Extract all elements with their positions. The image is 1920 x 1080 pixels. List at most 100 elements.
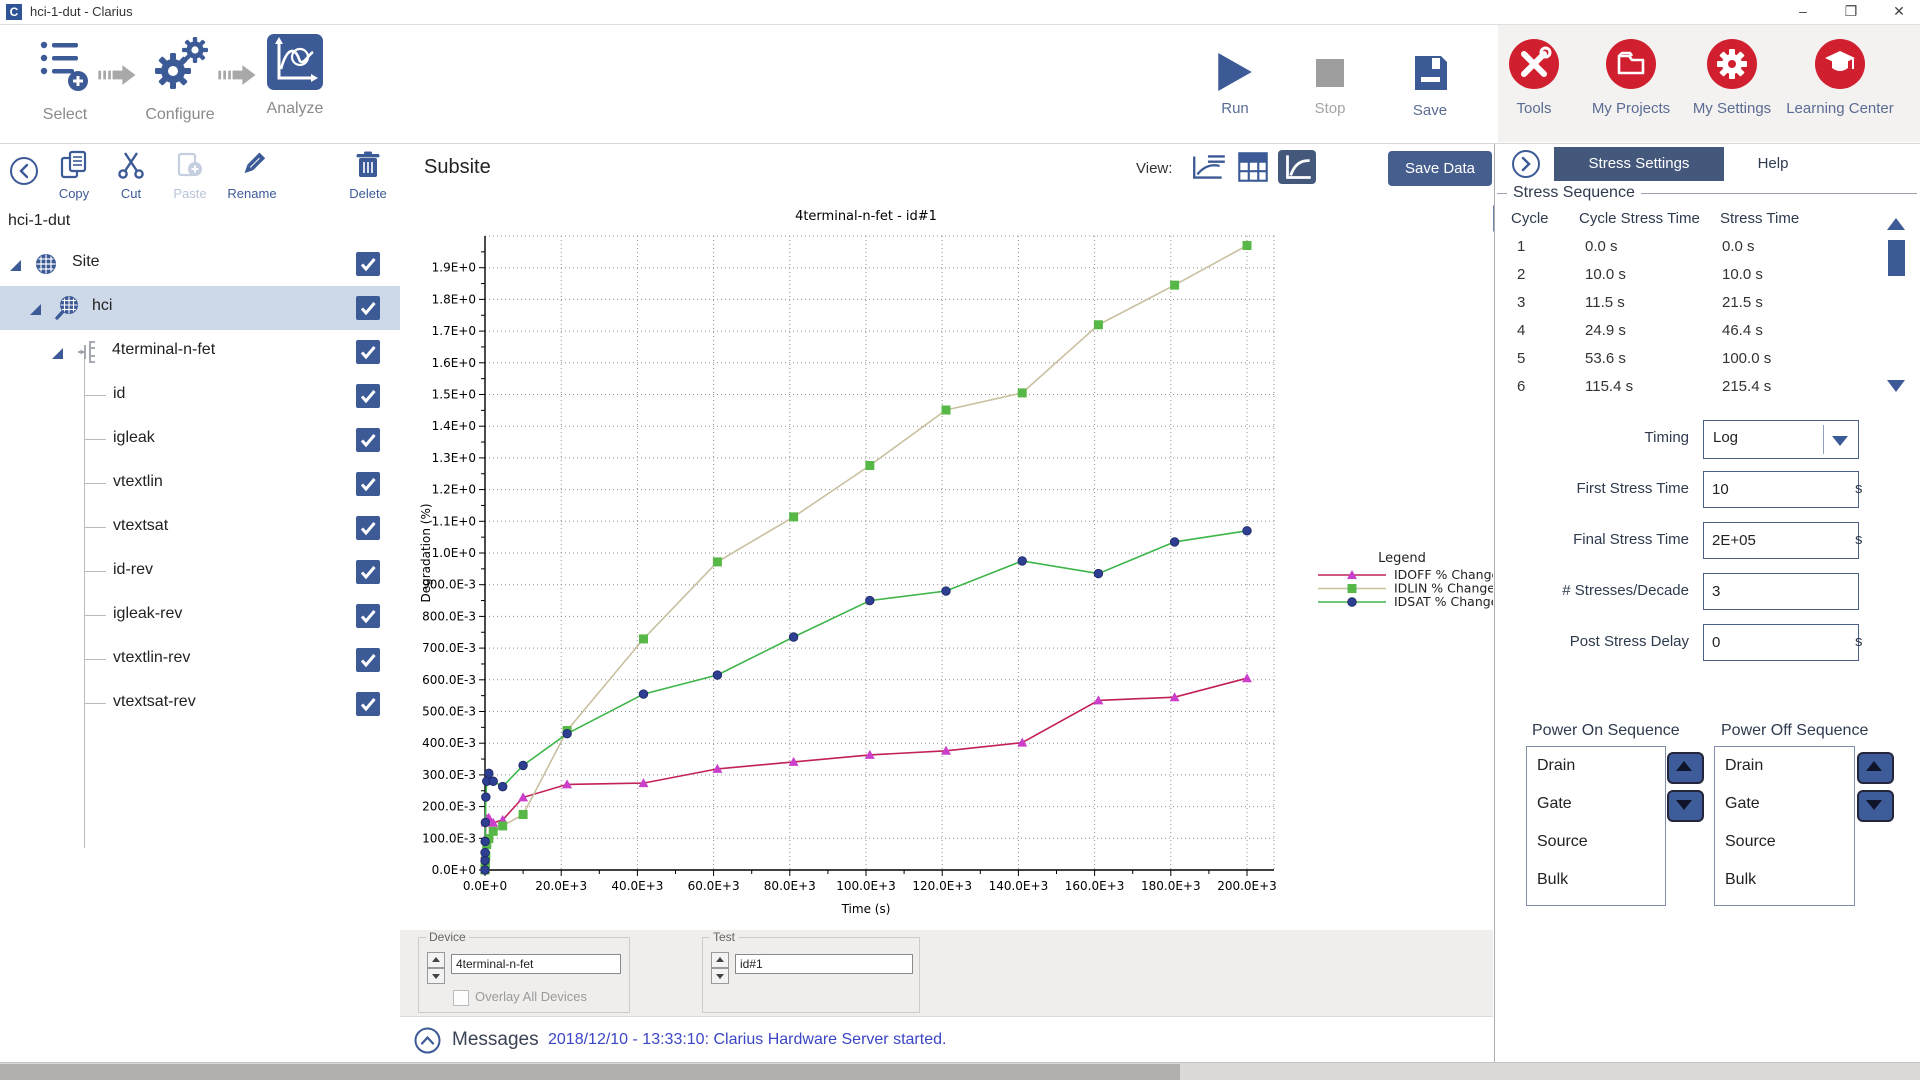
delete-button[interactable]: Delete <box>342 150 394 201</box>
list-item[interactable]: Gate <box>1725 795 1760 813</box>
collapse-panel-icon[interactable] <box>9 156 39 186</box>
scroll-down-icon[interactable] <box>1887 380 1905 392</box>
seq-cell[interactable]: 5 <box>1517 350 1525 367</box>
power-on-move-down-button[interactable] <box>1667 790 1704 822</box>
tree-item-vtextsat[interactable]: vtextsat <box>0 506 400 550</box>
minimize-button[interactable]: – <box>1786 0 1820 23</box>
scroll-up-icon[interactable] <box>1887 218 1905 230</box>
tree-checkbox[interactable] <box>356 648 380 672</box>
seq-cell[interactable]: 4 <box>1517 322 1525 339</box>
device-input[interactable] <box>451 954 621 974</box>
tree-item-vtextlin[interactable]: vtextlin <box>0 462 400 506</box>
tab-stress-settings[interactable]: Stress Settings <box>1554 147 1724 181</box>
power-off-list[interactable]: Drain Gate Source Bulk <box>1714 746 1855 906</box>
list-item[interactable]: Source <box>1537 833 1588 851</box>
my-projects-button[interactable]: My Projects <box>1588 37 1674 117</box>
stresses-per-decade-input[interactable] <box>1703 573 1859 610</box>
rename-button[interactable]: Rename <box>222 150 282 201</box>
tree-item-id[interactable]: id <box>0 374 400 418</box>
seq-cell[interactable]: 53.6 s <box>1585 350 1626 367</box>
seq-cell[interactable]: 6 <box>1517 378 1525 395</box>
seq-cell[interactable]: 0.0 s <box>1722 238 1755 255</box>
device-next-button[interactable] <box>427 968 445 984</box>
list-item[interactable]: Drain <box>1537 757 1575 775</box>
collapse-messages-icon[interactable] <box>414 1027 441 1054</box>
tree-checkbox[interactable] <box>356 428 380 452</box>
tree-item-hci[interactable]: hci <box>0 286 400 330</box>
device-prev-button[interactable] <box>427 952 445 968</box>
cut-button[interactable]: Cut <box>108 150 154 201</box>
power-off-move-up-button[interactable] <box>1857 752 1894 784</box>
tree-item-vtextlin-rev[interactable]: vtextlin-rev <box>0 638 400 682</box>
seq-cell[interactable]: 100.0 s <box>1722 350 1771 367</box>
scrollbar-thumb[interactable] <box>1888 240 1905 276</box>
list-item[interactable]: Bulk <box>1537 871 1568 889</box>
final-stress-time-input[interactable] <box>1703 522 1859 559</box>
seq-cell[interactable]: 10.0 s <box>1722 266 1763 283</box>
run-button[interactable]: Run <box>1210 53 1260 117</box>
tree-checkbox[interactable] <box>356 252 380 276</box>
tree-item-id-rev[interactable]: id-rev <box>0 550 400 594</box>
tree-checkbox[interactable] <box>356 472 380 496</box>
expander-icon[interactable] <box>8 258 22 272</box>
tree-item-vtextsat-rev[interactable]: vtextsat-rev <box>0 682 400 726</box>
seq-cell[interactable]: 2 <box>1517 266 1525 283</box>
maximize-button[interactable]: ❐ <box>1834 0 1868 23</box>
list-item[interactable]: Gate <box>1537 795 1572 813</box>
tree-checkbox[interactable] <box>356 516 380 540</box>
seq-cell[interactable]: 11.5 s <box>1585 294 1625 311</box>
power-on-move-up-button[interactable] <box>1667 752 1704 784</box>
expander-icon[interactable] <box>50 346 64 360</box>
test-prev-button[interactable] <box>711 952 729 968</box>
list-item[interactable]: Drain <box>1725 757 1763 775</box>
view-split-button[interactable] <box>1190 150 1228 184</box>
select-button[interactable]: Select <box>30 35 100 124</box>
tree-checkbox[interactable] <box>356 384 380 408</box>
seq-cell[interactable]: 46.4 s <box>1722 322 1763 339</box>
analyze-button[interactable]: Analyze <box>260 33 330 118</box>
learning-center-button[interactable]: Learning Center <box>1782 37 1898 117</box>
test-input[interactable] <box>735 954 913 974</box>
seq-cell[interactable]: 21.5 s <box>1722 294 1763 311</box>
close-button[interactable]: ✕ <box>1882 0 1916 23</box>
configure-button[interactable]: Configure <box>140 35 220 124</box>
copy-button[interactable]: Copy <box>48 150 100 201</box>
seq-cell[interactable]: 115.4 s <box>1585 378 1633 395</box>
tab-help[interactable]: Help <box>1743 147 1803 181</box>
paste-button[interactable]: Paste <box>166 150 214 201</box>
list-item[interactable]: Source <box>1725 833 1776 851</box>
tree-item-4terminal-n-fet[interactable]: 4terminal-n-fet <box>0 330 400 374</box>
seq-cell[interactable]: 10.0 s <box>1585 266 1626 283</box>
stop-button[interactable]: Stop <box>1305 57 1355 117</box>
seq-cell[interactable]: 1 <box>1517 238 1525 255</box>
expander-icon[interactable] <box>28 302 42 316</box>
my-settings-button[interactable]: My Settings <box>1690 37 1774 117</box>
save-data-button[interactable]: Save Data <box>1388 151 1492 186</box>
seq-cell[interactable]: 24.9 s <box>1585 322 1626 339</box>
tree-checkbox[interactable] <box>356 604 380 628</box>
tools-button[interactable]: Tools <box>1503 37 1565 117</box>
tree-checkbox[interactable] <box>356 340 380 364</box>
horizontal-scrollbar-thumb[interactable] <box>0 1064 1180 1080</box>
tree-item-igleak[interactable]: igleak <box>0 418 400 462</box>
power-off-move-down-button[interactable] <box>1857 790 1894 822</box>
first-stress-time-input[interactable] <box>1703 471 1859 508</box>
timing-select[interactable]: Log <box>1703 420 1859 459</box>
tree-checkbox[interactable] <box>356 560 380 584</box>
seq-cell[interactable]: 215.4 s <box>1722 378 1771 395</box>
overlay-all-devices-checkbox[interactable] <box>453 990 469 1006</box>
list-item[interactable]: Bulk <box>1725 871 1756 889</box>
tree-checkbox[interactable] <box>356 692 380 716</box>
tree-checkbox[interactable] <box>356 296 380 320</box>
view-table-button[interactable] <box>1234 150 1272 184</box>
view-graph-button[interactable] <box>1278 150 1316 184</box>
test-next-button[interactable] <box>711 968 729 984</box>
save-button[interactable]: Save <box>1405 53 1455 119</box>
power-on-list[interactable]: Drain Gate Source Bulk <box>1526 746 1666 906</box>
tree-item-site[interactable]: Site <box>0 242 400 286</box>
post-stress-delay-input[interactable] <box>1703 624 1859 661</box>
tree-item-igleak-rev[interactable]: igleak-rev <box>0 594 400 638</box>
collapse-right-panel-icon[interactable] <box>1511 149 1541 179</box>
seq-cell[interactable]: 3 <box>1517 294 1525 311</box>
seq-cell[interactable]: 0.0 s <box>1585 238 1618 255</box>
